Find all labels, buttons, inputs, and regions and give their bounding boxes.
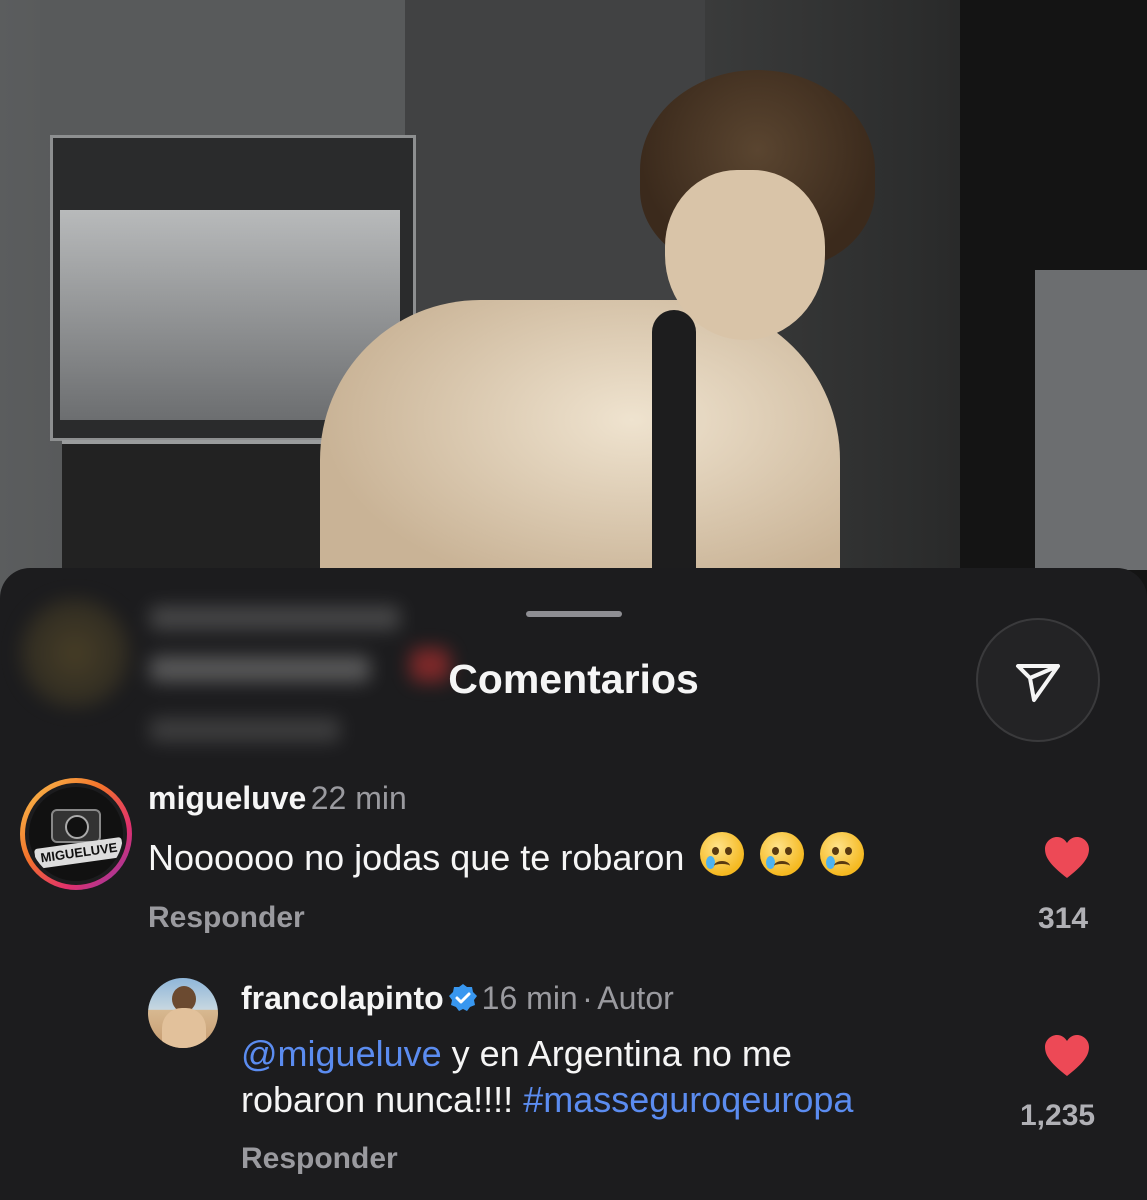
like-count: 314 bbox=[1038, 902, 1089, 935]
like-count: 1,235 bbox=[1020, 1099, 1096, 1132]
held-object bbox=[652, 310, 696, 600]
camera-logo-icon bbox=[51, 809, 101, 843]
crying-face-icon bbox=[760, 832, 805, 876]
person-face bbox=[665, 170, 825, 340]
reply-button[interactable]: Responder bbox=[148, 901, 305, 935]
comment-text: @migueluve y en Argentina no me robaron … bbox=[241, 1031, 981, 1123]
author-badge: Autor bbox=[597, 980, 674, 1016]
blurred-reply bbox=[150, 718, 340, 742]
comment-text: Noooooo no jodas que te robaron bbox=[148, 832, 865, 881]
paper-plane-icon bbox=[1016, 664, 1060, 702]
sheet-title: Comentarios bbox=[448, 656, 699, 702]
comment-body: Noooooo no jodas que te robaron bbox=[148, 837, 685, 878]
blurred-username bbox=[150, 606, 400, 630]
comment-username[interactable]: francolapinto bbox=[241, 980, 444, 1016]
kitchen-cabinet bbox=[40, 0, 407, 140]
verified-badge-icon bbox=[448, 984, 477, 1011]
person-torso bbox=[320, 300, 840, 600]
mention-link[interactable]: @migueluve bbox=[241, 1033, 442, 1074]
separator-dot: · bbox=[582, 980, 593, 1016]
like-button[interactable] bbox=[1043, 836, 1091, 885]
comment-header: migueluve 22 min bbox=[148, 780, 407, 817]
avatar-brand-text: MIGUELUVE bbox=[34, 836, 123, 870]
reply-button[interactable]: Responder bbox=[241, 1142, 398, 1176]
drag-handle[interactable] bbox=[526, 611, 622, 617]
heart-icon bbox=[1045, 837, 1089, 878]
crying-face-icon bbox=[700, 832, 745, 876]
oven-drawer bbox=[62, 440, 362, 584]
avatar[interactable]: MIGUELUVE bbox=[20, 778, 132, 890]
avatar-body bbox=[162, 1008, 206, 1048]
comment-username[interactable]: migueluve bbox=[148, 780, 306, 816]
fridge bbox=[1035, 270, 1147, 570]
comment-header: francolapinto 16 min · Autor bbox=[241, 980, 674, 1017]
heart-icon bbox=[1045, 1035, 1089, 1076]
share-button[interactable] bbox=[976, 618, 1100, 742]
hashtag-link[interactable]: #masseguroqeuropa bbox=[523, 1079, 853, 1120]
comment-time: 22 min bbox=[310, 780, 407, 816]
avatar[interactable] bbox=[148, 978, 218, 1048]
comment-time: 16 min bbox=[481, 980, 578, 1016]
comment-body: robaron nunca!!!! bbox=[241, 1079, 524, 1120]
avatar-image: MIGUELUVE bbox=[25, 783, 127, 885]
video-background bbox=[0, 0, 1147, 600]
like-button[interactable] bbox=[1043, 1034, 1091, 1083]
comment-body: y en Argentina no me bbox=[441, 1033, 792, 1074]
crying-face-icon bbox=[820, 832, 865, 876]
